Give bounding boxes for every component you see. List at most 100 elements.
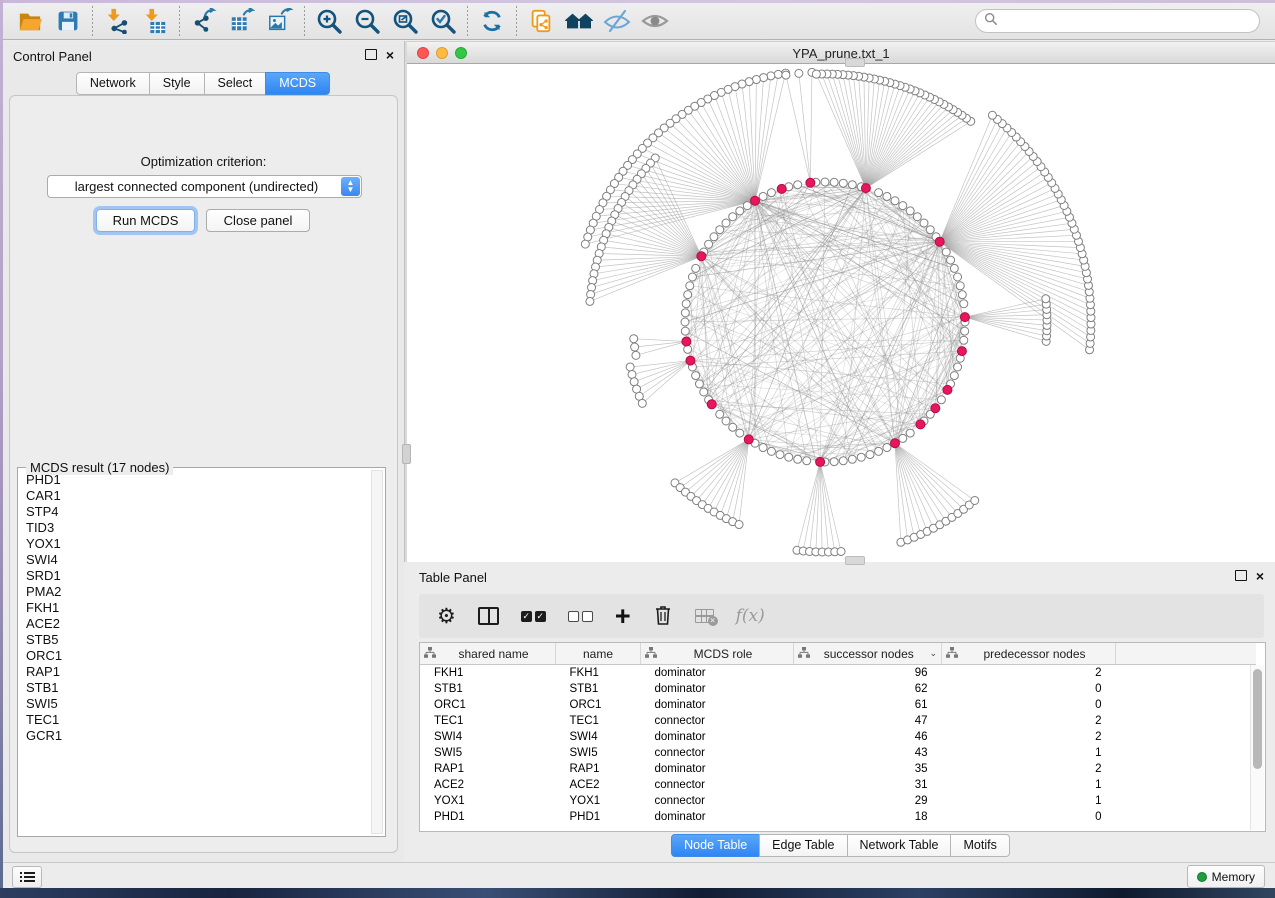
mcds-result-item[interactable]: FKH1 [26, 600, 369, 616]
mcds-result-item[interactable]: YOX1 [26, 536, 369, 552]
mcds-result-item[interactable]: SRD1 [26, 568, 369, 584]
mcds-result-item[interactable]: RAP1 [26, 664, 369, 680]
save-button[interactable] [49, 5, 87, 37]
mcds-result-item[interactable]: TID3 [26, 520, 369, 536]
mcds-result-item[interactable]: SWI5 [26, 696, 369, 712]
table-settings-button[interactable]: ⚙ [437, 601, 456, 631]
table-row[interactable]: SWI4SWI4dominator462 [420, 729, 1256, 745]
divider-grip[interactable] [402, 444, 411, 464]
close-panel-button[interactable]: Close panel [206, 209, 310, 232]
show-all-button[interactable] [636, 5, 674, 37]
export-image-button[interactable] [261, 5, 299, 37]
network-title: YPA_prune.txt_1 [407, 46, 1275, 61]
zoom-in-button[interactable] [310, 5, 348, 37]
mcds-result-scrollbar[interactable] [371, 470, 383, 834]
function-builder-button[interactable]: f(x) [736, 601, 765, 631]
column-header-successor-nodes[interactable]: successor nodes⌄ [794, 643, 942, 665]
zoom-fit-button[interactable] [386, 5, 424, 37]
mcds-result-item[interactable]: TEC1 [26, 712, 369, 728]
search-field[interactable] [975, 9, 1260, 33]
memory-button[interactable]: Memory [1187, 865, 1265, 888]
import-table-button[interactable] [136, 5, 174, 37]
float-panel-icon[interactable] [1235, 570, 1247, 581]
table-row[interactable]: FKH1FKH1dominator962 [420, 665, 1256, 682]
export-table-button[interactable] [223, 5, 261, 37]
column-header-MCDS-role[interactable]: MCDS role [641, 643, 794, 665]
select-stepper-icon: ▲▼ [341, 177, 360, 196]
copy-network-button[interactable] [522, 5, 560, 37]
org-chart-icon [798, 647, 810, 661]
mcds-result-item[interactable]: SWI4 [26, 552, 369, 568]
cell-mcds_role: dominator [641, 665, 794, 682]
table-row[interactable]: ACE2ACE2connector311 [420, 777, 1256, 793]
open-folder-button[interactable] [11, 5, 49, 37]
cell-shared_name: TEC1 [420, 713, 556, 729]
zoom-out-icon [353, 7, 381, 35]
task-history-button[interactable] [12, 866, 42, 888]
cell-successor_nodes: 29 [794, 793, 942, 809]
table-row[interactable]: SWI5SWI5connector431 [420, 745, 1256, 761]
tab-style[interactable]: Style [149, 72, 205, 95]
mcds-result-item[interactable]: STP4 [26, 504, 369, 520]
divider-grip[interactable] [845, 556, 865, 565]
close-panel-icon[interactable]: × [386, 50, 394, 60]
hide-selected-button[interactable] [598, 5, 636, 37]
column-header-shared-name[interactable]: shared name [420, 643, 556, 665]
column-header-name[interactable]: name [556, 643, 641, 665]
select-all-button[interactable]: ✓✓ [521, 601, 546, 631]
refresh-button[interactable] [473, 5, 511, 37]
trash-icon [653, 604, 673, 629]
cell-successor_nodes: 31 [794, 777, 942, 793]
table-row[interactable]: ORC1ORC1dominator610 [420, 697, 1256, 713]
show-columns-button[interactable] [478, 601, 499, 631]
mcds-result-item[interactable]: STB5 [26, 632, 369, 648]
deselect-all-button[interactable] [568, 601, 593, 631]
optimization-select[interactable]: largest connected component (undirected)… [47, 175, 362, 198]
tab-network[interactable]: Network [76, 72, 150, 95]
cell-predecessor_nodes: 0 [942, 809, 1116, 825]
table-row[interactable]: RAP1RAP1dominator352 [420, 761, 1256, 777]
table-row[interactable]: YOX1YOX1connector291 [420, 793, 1256, 809]
table-scrollbar-thumb[interactable] [1253, 669, 1262, 769]
cell-shared_name: ACE2 [420, 777, 556, 793]
close-panel-icon[interactable]: × [1256, 571, 1264, 581]
table-scrollbar[interactable] [1250, 665, 1264, 830]
mcds-result-item[interactable]: STB1 [26, 680, 369, 696]
network-graph[interactable] [407, 64, 1275, 562]
tab-network-table[interactable]: Network Table [847, 834, 952, 857]
cell-mcds_role: dominator [641, 697, 794, 713]
cell-shared_name: ORC1 [420, 697, 556, 713]
float-panel-icon[interactable] [365, 49, 377, 60]
divider-grip[interactable] [845, 58, 865, 67]
table-row[interactable]: TEC1TEC1connector472 [420, 713, 1256, 729]
cell-name: ACE2 [556, 777, 641, 793]
export-network-button[interactable] [185, 5, 223, 37]
table-row[interactable]: PHD1PHD1dominator180 [420, 809, 1256, 825]
column-header-predecessor-nodes[interactable]: predecessor nodes [942, 643, 1116, 665]
first-neighbors-button[interactable] [560, 5, 598, 37]
add-column-button[interactable]: + [615, 601, 631, 631]
org-chart-icon [645, 647, 657, 661]
mcds-result-item[interactable]: ORC1 [26, 648, 369, 664]
delete-column-button[interactable] [653, 601, 673, 631]
run-mcds-button[interactable]: Run MCDS [96, 209, 195, 232]
zoom-out-button[interactable] [348, 5, 386, 37]
mcds-result-item[interactable]: CAR1 [26, 488, 369, 504]
network-canvas[interactable] [407, 64, 1275, 562]
zoom-selected-button[interactable] [424, 5, 462, 37]
mcds-result-item[interactable]: ACE2 [26, 616, 369, 632]
cell-successor_nodes: 46 [794, 729, 942, 745]
import-network-button[interactable] [98, 5, 136, 37]
delete-table-button[interactable]: × [695, 601, 714, 631]
tab-node-table[interactable]: Node Table [671, 834, 760, 857]
mcds-result-item[interactable]: PMA2 [26, 584, 369, 600]
tab-mcds[interactable]: MCDS [265, 72, 330, 95]
mcds-result-item[interactable]: GCR1 [26, 728, 369, 744]
table-row[interactable]: STB1STB1dominator620 [420, 681, 1256, 697]
mcds-result-item[interactable]: PHD1 [26, 472, 369, 488]
search-input[interactable] [1004, 13, 1251, 29]
tab-select[interactable]: Select [204, 72, 267, 95]
table-panel-title: Table Panel [419, 570, 487, 585]
tab-motifs[interactable]: Motifs [950, 834, 1009, 857]
tab-edge-table[interactable]: Edge Table [759, 834, 847, 857]
